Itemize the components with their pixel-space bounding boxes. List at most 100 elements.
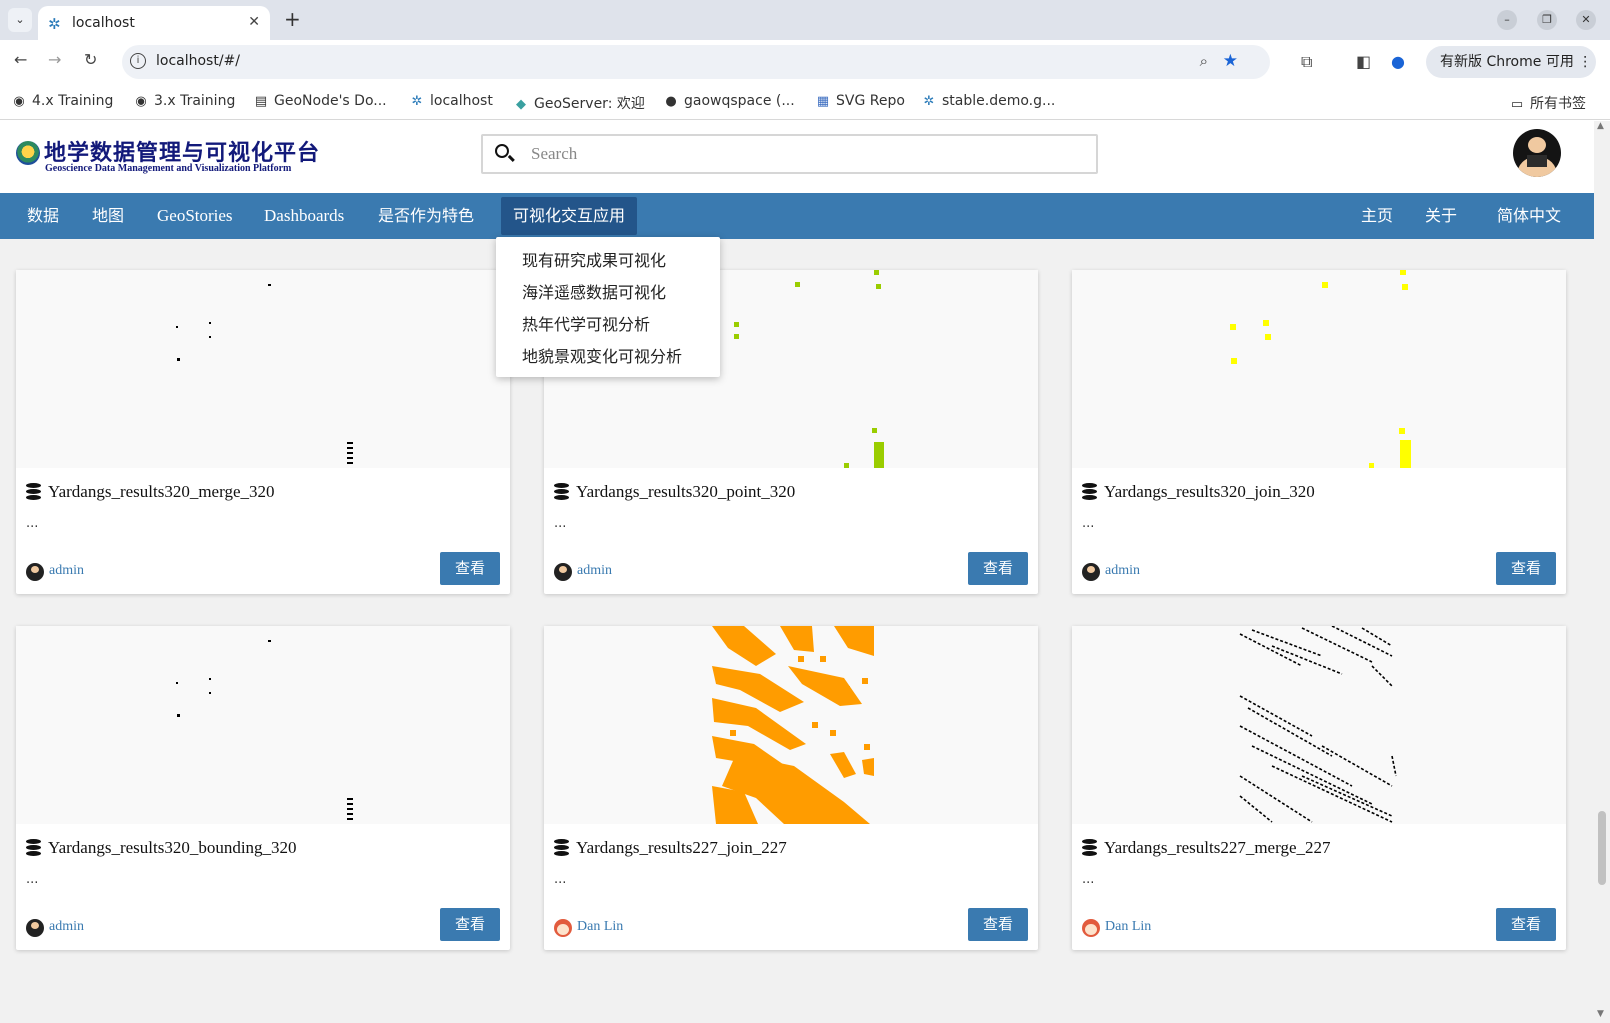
card-title[interactable]: Yardangs_results320_merge_320 xyxy=(48,482,275,502)
database-icon xyxy=(1082,839,1097,856)
card-thumbnail[interactable] xyxy=(1072,626,1566,824)
bookmark-item[interactable]: ✲ localhost xyxy=(410,93,493,109)
extensions-icon[interactable]: ⧉ xyxy=(1301,52,1312,72)
scroll-up-icon[interactable]: ▲ xyxy=(1597,121,1604,131)
owner-avatar xyxy=(26,563,44,581)
bookmarks-folder[interactable]: ▭ 所有书签 xyxy=(1510,93,1586,113)
nav-language[interactable]: 简体中文 xyxy=(1497,193,1561,239)
logo-emblem-icon xyxy=(16,141,40,165)
owner-avatar xyxy=(554,919,572,937)
forward-icon[interactable]: → xyxy=(48,50,61,69)
bookmark-item[interactable]: ◆ GeoServer: 欢迎 xyxy=(514,93,645,113)
geonode-icon: ✲ xyxy=(411,94,423,109)
owner-link[interactable]: admin xyxy=(577,563,612,579)
view-button[interactable]: 查看 xyxy=(1496,908,1556,941)
url-text[interactable]: localhost/#/ xyxy=(156,53,240,69)
card-title[interactable]: Yardangs_results227_join_227 xyxy=(576,838,787,858)
document-icon: ▤ xyxy=(254,94,268,109)
view-button[interactable]: 查看 xyxy=(968,552,1028,585)
owner-link[interactable]: admin xyxy=(49,919,84,935)
bookmark-item[interactable]: ◉ 4.x Training xyxy=(12,93,113,109)
resource-card[interactable]: Yardangs_results227_join_227 ... Dan Lin… xyxy=(544,626,1038,950)
resource-card[interactable]: Yardangs_results227_merge_227 ... Dan Li… xyxy=(1072,626,1566,950)
resource-card[interactable]: Yardangs_results320_bounding_320 ... adm… xyxy=(16,626,510,950)
nav-visual-apps[interactable]: 可视化交互应用 xyxy=(501,197,638,235)
visual-apps-dropdown: 现有研究成果可视化 海洋遥感数据可视化 热年代学可视分析 地貌景观变化可视分析 xyxy=(496,237,720,377)
nav-home[interactable]: 主页 xyxy=(1361,193,1393,239)
card-title[interactable]: Yardangs_results320_join_320 xyxy=(1104,482,1315,502)
site-info-icon[interactable]: i xyxy=(130,53,146,69)
back-icon[interactable]: ← xyxy=(14,50,27,69)
view-button[interactable]: 查看 xyxy=(440,552,500,585)
tab-close-icon[interactable]: ✕ xyxy=(248,14,260,30)
card-thumbnail[interactable] xyxy=(1072,270,1566,468)
tab-search-icon[interactable]: ⌄ xyxy=(8,8,32,32)
card-title[interactable]: Yardangs_results320_point_320 xyxy=(576,482,795,502)
nav-dashboards[interactable]: Dashboards xyxy=(264,193,344,239)
card-title[interactable]: Yardangs_results227_merge_227 xyxy=(1104,838,1331,858)
database-icon xyxy=(554,483,569,500)
bookmark-item[interactable]: ◉ 3.x Training xyxy=(134,93,235,109)
restore-icon[interactable]: ❐ xyxy=(1537,10,1557,30)
dropdown-item[interactable]: 地貌景观变化可视分析 xyxy=(522,343,682,367)
owner-link[interactable]: Dan Lin xyxy=(577,919,623,935)
chrome-upgrade-button[interactable]: 有新版 Chrome 可用 ⋮ xyxy=(1426,46,1596,78)
new-tab-icon[interactable]: + xyxy=(284,8,301,30)
side-panel-icon[interactable]: ◧ xyxy=(1356,52,1371,71)
owner-link[interactable]: admin xyxy=(1105,563,1140,579)
folder-icon: ▭ xyxy=(1510,97,1524,112)
search-icon[interactable] xyxy=(495,144,509,158)
owner-link[interactable]: admin xyxy=(49,563,84,579)
owner-link[interactable]: Dan Lin xyxy=(1105,919,1151,935)
card-thumbnail[interactable] xyxy=(544,626,1038,824)
user-avatar[interactable] xyxy=(1513,129,1561,177)
page-scrollbar[interactable]: ▲ ▼ xyxy=(1594,121,1610,1023)
card-description: ... xyxy=(26,872,39,887)
nav-about[interactable]: 关于 xyxy=(1425,193,1457,239)
search-box[interactable] xyxy=(481,134,1098,174)
browser-tab[interactable]: ✲ localhost ✕ xyxy=(38,6,270,40)
github-icon: ● xyxy=(665,94,677,109)
bookmark-item[interactable]: ▤ GeoNode's Do... xyxy=(254,93,387,109)
owner-avatar xyxy=(1082,563,1100,581)
globe-icon: ◉ xyxy=(13,94,25,109)
nav-maps[interactable]: 地图 xyxy=(92,193,124,239)
svg-repo-icon: ▦ xyxy=(816,94,830,109)
orange-raster-thumbnail xyxy=(712,626,874,824)
resource-card[interactable]: Yardangs_results320_merge_320 ... admin … xyxy=(16,270,510,594)
address-bar[interactable]: i localhost/#/ ⌕ ★ xyxy=(122,45,1270,79)
bookmark-item[interactable]: ✲ stable.demo.g... xyxy=(922,93,1056,109)
nav-featured[interactable]: 是否作为特色 xyxy=(378,193,474,239)
view-button[interactable]: 查看 xyxy=(968,908,1028,941)
dropdown-item[interactable]: 海洋遥感数据可视化 xyxy=(522,279,666,303)
geonode-favicon-icon: ✲ xyxy=(48,15,61,33)
dropdown-item[interactable]: 热年代学可视分析 xyxy=(522,311,650,335)
window-close-icon[interactable]: ✕ xyxy=(1576,10,1596,30)
bookmark-star-icon[interactable]: ★ xyxy=(1223,51,1238,71)
card-description: ... xyxy=(1082,516,1095,531)
reload-icon[interactable]: ↻ xyxy=(84,50,97,69)
geonode-icon: ✲ xyxy=(923,94,935,109)
dropdown-item[interactable]: 现有研究成果可视化 xyxy=(522,247,666,271)
scroll-down-icon[interactable]: ▼ xyxy=(1597,1009,1604,1019)
card-thumbnail[interactable] xyxy=(16,626,510,824)
card-thumbnail[interactable] xyxy=(16,270,510,468)
scrollbar-thumb[interactable] xyxy=(1598,811,1606,885)
site-logo[interactable]: 地学数据管理与可视化平台 Geoscience Data Management … xyxy=(16,135,326,179)
card-title[interactable]: Yardangs_results320_bounding_320 xyxy=(48,838,297,858)
search-input[interactable] xyxy=(531,142,1071,166)
nav-geostories[interactable]: GeoStories xyxy=(157,193,233,239)
card-description: ... xyxy=(1082,872,1095,887)
site-header: 地学数据管理与可视化平台 Geoscience Data Management … xyxy=(0,121,1594,193)
bookmark-item[interactable]: ● gaowqspace (... xyxy=(664,93,794,109)
zoom-icon[interactable]: ⌕ xyxy=(1200,52,1208,70)
profile-icon[interactable]: ● xyxy=(1391,52,1405,71)
minimize-icon[interactable]: – xyxy=(1497,10,1517,30)
resource-card[interactable]: Yardangs_results320_join_320 ... admin 查… xyxy=(1072,270,1566,594)
page-viewport: 地学数据管理与可视化平台 Geoscience Data Management … xyxy=(0,121,1594,1023)
nav-data[interactable]: 数据 xyxy=(27,193,59,239)
bookmark-item[interactable]: ▦ SVG Repo xyxy=(816,93,905,109)
card-description: ... xyxy=(554,872,567,887)
view-button[interactable]: 查看 xyxy=(440,908,500,941)
view-button[interactable]: 查看 xyxy=(1496,552,1556,585)
